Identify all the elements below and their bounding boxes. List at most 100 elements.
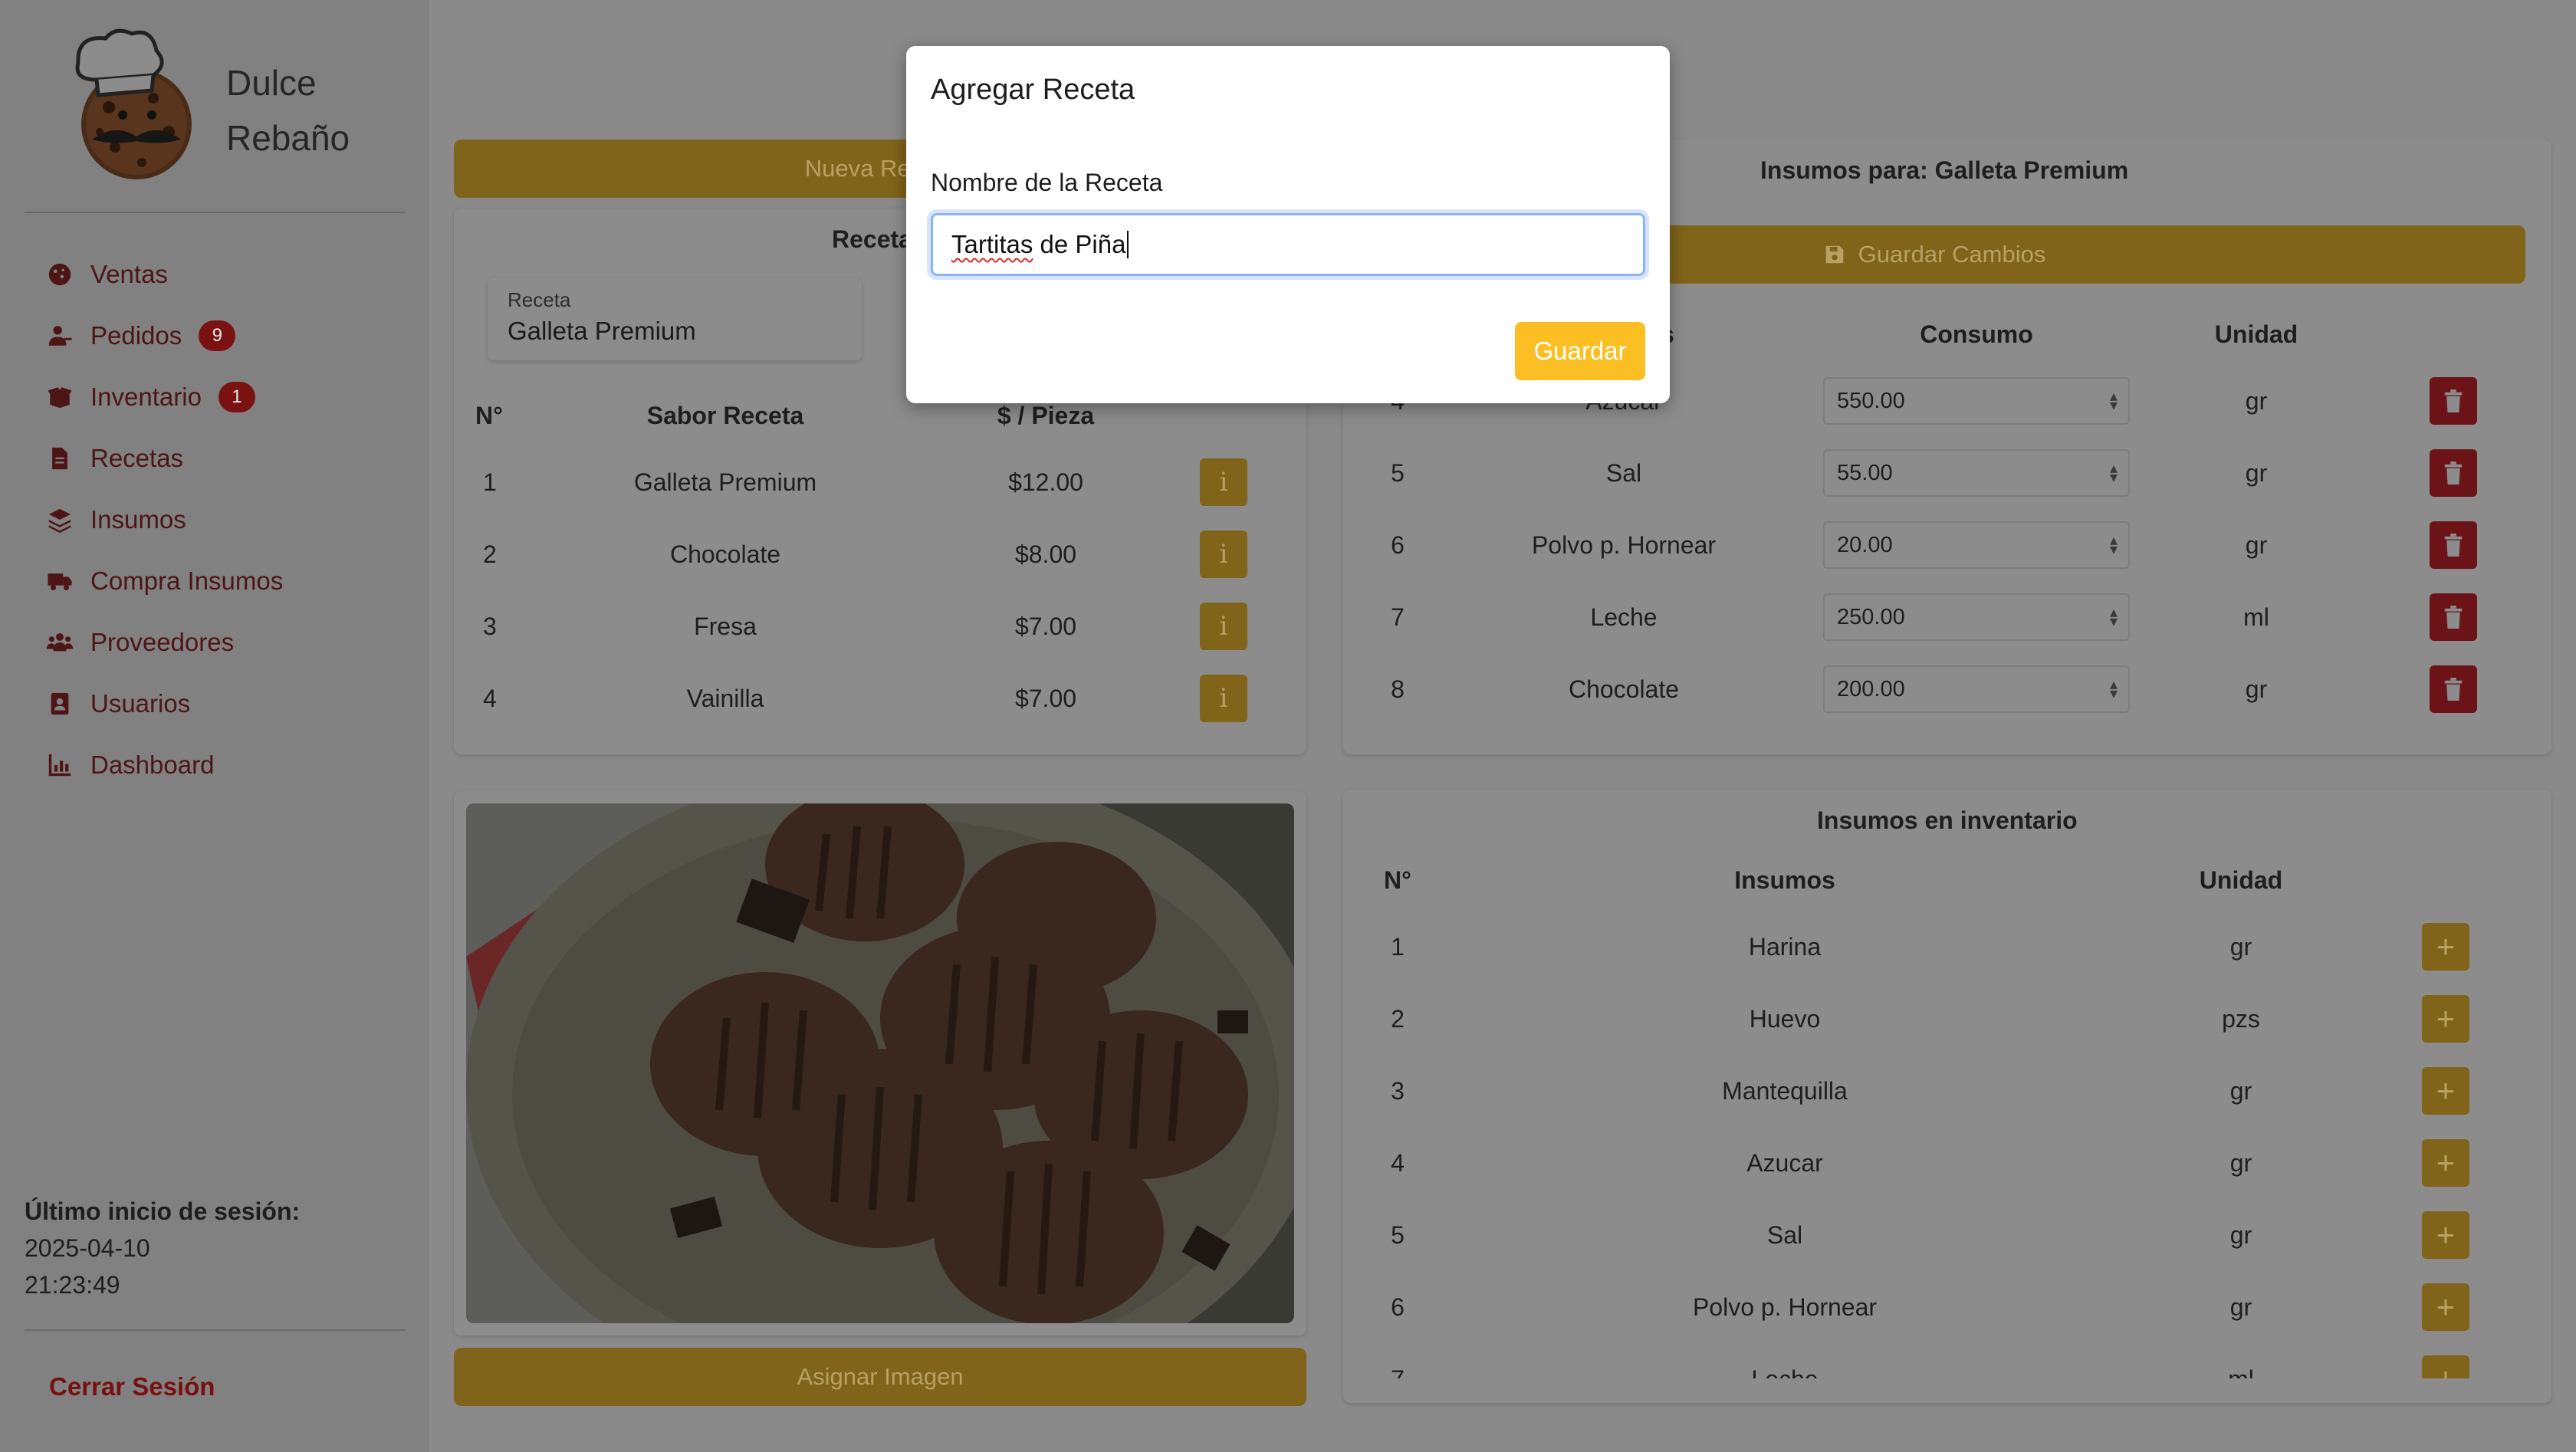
nav-item-compra-insumos[interactable]: Compra Insumos	[46, 550, 414, 612]
info-button[interactable]: i	[1200, 603, 1247, 650]
cell-name: Harina	[1748, 932, 1822, 961]
consumo-input[interactable]: 200.00 ▴ ▾	[1823, 665, 2130, 713]
modal-save-button[interactable]: Guardar	[1515, 322, 1645, 380]
nav-item-inventario[interactable]: Inventario 1	[46, 366, 414, 428]
add-recipe-modal: Agregar Receta Nombre de la Receta Tarti…	[906, 46, 1670, 403]
cell-n: 5	[1391, 1220, 1405, 1249]
last-login-date: 2025-04-10	[25, 1234, 150, 1262]
cell-unit: gr	[2229, 1076, 2252, 1105]
cell-n: 2	[1391, 1004, 1405, 1033]
delete-button[interactable]	[2430, 377, 2477, 425]
delete-button[interactable]	[2430, 665, 2477, 713]
consumo-value: 20.00	[1837, 532, 1893, 557]
add-supply-button[interactable]: +	[2422, 923, 2469, 971]
info-button[interactable]: i	[1200, 531, 1247, 578]
last-login-label: Último inicio de sesión:	[25, 1197, 301, 1225]
nav-item-usuarios[interactable]: Usuarios	[46, 673, 414, 734]
cell-unit: gr	[2245, 386, 2268, 415]
spinner-icon[interactable]: ▴ ▾	[2110, 461, 2118, 485]
consumo-value: 55.00	[1837, 460, 1893, 485]
cell-name: Vainilla	[686, 684, 764, 712]
cell-n: 1	[1391, 932, 1405, 961]
nav-item-pedidos[interactable]: Pedidos 9	[46, 305, 414, 366]
nav-label: Compra Insumos	[90, 567, 284, 595]
spinner-icon[interactable]: ▴ ▾	[2110, 533, 2118, 557]
cell-n: 2	[483, 540, 497, 568]
delete-button[interactable]	[2430, 593, 2477, 641]
info-button[interactable]: i	[1200, 458, 1247, 506]
col-unidad: Unidad	[2214, 320, 2298, 348]
spinner-icon[interactable]: ▴ ▾	[2110, 605, 2118, 629]
modal-title: Agregar Receta	[931, 74, 1135, 106]
nav-item-ventas[interactable]: Ventas	[46, 244, 414, 305]
add-supply-button[interactable]: +	[2422, 995, 2469, 1043]
cell-n: 6	[1391, 1293, 1405, 1321]
trash-icon	[2444, 534, 2463, 557]
cell-n: 1	[483, 468, 497, 496]
table-row: 7 Leche ml +	[1355, 1343, 2539, 1378]
table-row: 4 Azucar gr +	[1355, 1127, 2539, 1199]
truck-icon	[46, 567, 74, 595]
recipes-table: N° Sabor Receta $ / Pieza 1 Galleta Prem…	[466, 385, 1294, 734]
text-caret	[1127, 231, 1129, 258]
assign-image-button[interactable]: Asignar Imagen	[454, 1348, 1306, 1406]
inventory-scroll[interactable]: N° Insumos Unidad 1 Harina gr + 2 Huevo …	[1343, 849, 2551, 1378]
nav-label: Ventas	[90, 260, 168, 288]
cell-unit: gr	[2245, 458, 2268, 487]
consumo-input[interactable]: 250.00 ▴ ▾	[1823, 593, 2130, 641]
cell-name: Polvo p. Hornear	[1531, 531, 1717, 559]
add-supply-button[interactable]: +	[2422, 1139, 2469, 1187]
cookie-chef-logo	[75, 28, 192, 179]
nav-label: Inventario	[90, 383, 202, 411]
recipe-supplies-title: Insumos para: Galleta Premium	[1760, 156, 2129, 184]
cell-name: Leche	[1440, 1343, 2130, 1379]
brand-name-line2: Rebaño	[226, 118, 350, 158]
table-row: 3 Mantequilla gr +	[1355, 1055, 2539, 1127]
col-actions	[2352, 849, 2539, 911]
save-changes-label: Guardar Cambios	[1858, 241, 2046, 268]
last-login-time: 21:23:49	[25, 1271, 120, 1299]
trash-icon	[2444, 462, 2463, 485]
add-supply-button[interactable]: +	[2422, 1283, 2469, 1331]
consumo-input[interactable]: 20.00 ▴ ▾	[1823, 521, 2130, 569]
nav-item-dashboard[interactable]: Dashboard	[46, 734, 414, 796]
info-button[interactable]: i	[1200, 675, 1247, 722]
cell-n: 8	[1391, 675, 1405, 703]
cell-price: $7.00	[1014, 684, 1077, 712]
cell-price: $12.00	[1008, 468, 1083, 496]
nav-item-insumos[interactable]: Insumos	[46, 489, 414, 550]
consumo-value: 250.00	[1837, 604, 1905, 629]
spinner-icon[interactable]: ▴ ▾	[2110, 677, 2118, 701]
sidebar-nav: Ventas Pedidos 9 Inventario 1 Recetas In…	[46, 244, 414, 796]
table-row: 1 Harina gr +	[1355, 911, 2539, 983]
recipe-select[interactable]: Receta Galleta Premium	[488, 278, 862, 360]
consumo-input[interactable]: 55.00 ▴ ▾	[1823, 449, 2130, 497]
table-header: N° Insumos Unidad	[1355, 849, 2539, 911]
logout-link[interactable]: Cerrar Sesión	[49, 1372, 215, 1401]
cell-name: Chocolate	[669, 540, 781, 568]
cell-name: Fresa	[694, 612, 757, 640]
recipe-name-label: Nombre de la Receta	[931, 169, 1163, 196]
table-row: 1 Galleta Premium $12.00 i	[466, 446, 1294, 518]
col-unidad: Unidad	[2199, 866, 2283, 894]
recipe-name-input[interactable]: Tartitas de Piña	[931, 213, 1645, 276]
cell-price: $7.00	[1014, 612, 1077, 640]
consumo-input[interactable]: 550.00 ▴ ▾	[1823, 377, 2130, 425]
add-supply-button[interactable]: +	[2422, 1355, 2469, 1378]
cell-unit: pzs	[2222, 1004, 2260, 1033]
delete-button[interactable]	[2430, 521, 2477, 569]
nav-label: Recetas	[90, 444, 184, 472]
inventory-table: N° Insumos Unidad 1 Harina gr + 2 Huevo …	[1355, 849, 2539, 1378]
table-row: 7 Leche 250.00 ▴ ▾ ml	[1355, 581, 2539, 653]
col-n: N°	[1384, 866, 1411, 894]
nav-item-recetas[interactable]: Recetas	[46, 428, 414, 489]
cell-n: 3	[483, 612, 497, 640]
delete-button[interactable]	[2430, 449, 2477, 497]
input-text-misspelled: Tartitas	[951, 230, 1033, 258]
nav-item-proveedores[interactable]: Proveedores	[46, 612, 414, 673]
spinner-icon[interactable]: ▴ ▾	[2110, 389, 2118, 413]
add-supply-button[interactable]: +	[2422, 1067, 2469, 1115]
brand[interactable]: Dulce Rebaño	[61, 25, 399, 186]
add-supply-button[interactable]: +	[2422, 1211, 2469, 1259]
cookie-icon	[46, 261, 74, 288]
